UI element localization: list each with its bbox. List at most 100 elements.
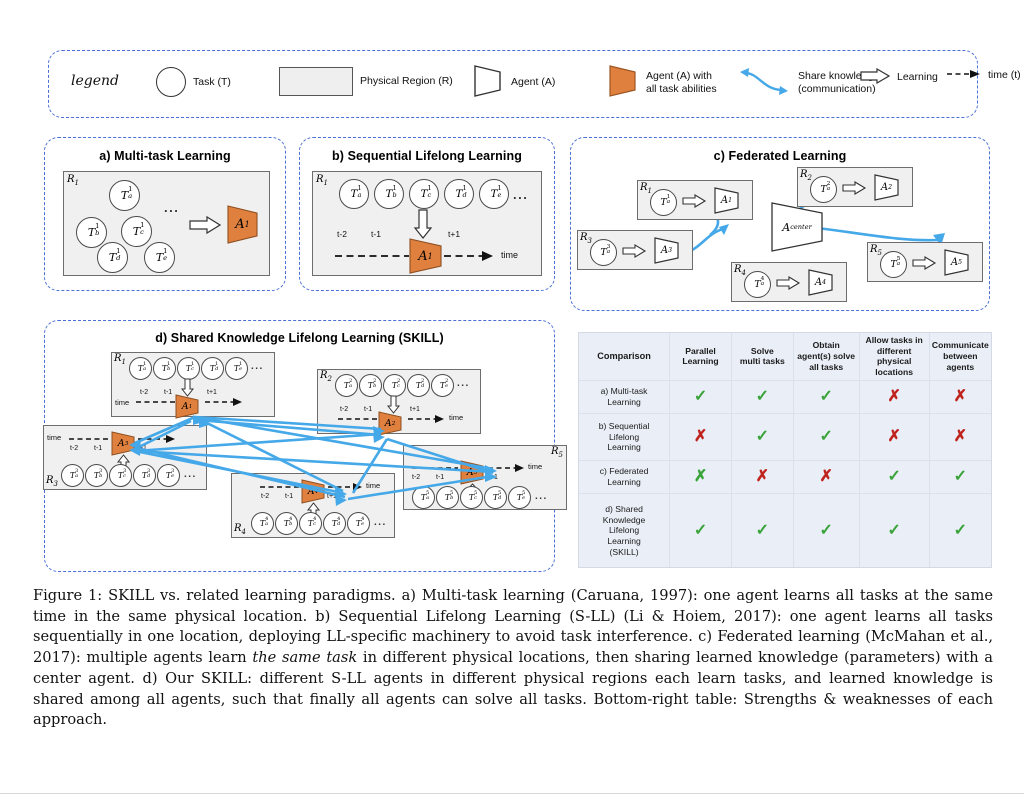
- col-header-obtain-agents-solve-all-tasks: Obtain agent(s) solve all tasks: [792, 333, 860, 381]
- time-tick-t+1-b: t+1: [448, 229, 461, 239]
- table-row: d) Shared Knowledge Lifelong Learning (S…: [579, 493, 991, 567]
- cell-b-locations: ✗: [858, 413, 930, 461]
- cell-d-multitasks: ✓: [730, 493, 794, 567]
- task-d: T1d: [444, 179, 474, 209]
- ellipsis-r3-d: ...: [184, 469, 197, 480]
- task-c: T5c: [460, 486, 483, 509]
- task-d: T4d: [323, 512, 346, 535]
- comparison-table: Comparison Parallel Learning Solve multi…: [578, 332, 992, 568]
- time-label-r4: time: [366, 481, 381, 490]
- table-row: a) Multi-task Learning ✓ ✓ ✓ ✗ ✗: [579, 379, 991, 414]
- time-label-b: time: [501, 250, 519, 260]
- legend-panel: legend Task (T) Physical Region (R) Agen…: [48, 50, 1021, 118]
- region-r1-d: R1 T1a T1b T1c T1d T1e ... t-2 t-1 t+1 t…: [111, 352, 275, 419]
- tick-t-2-r5: t-2: [412, 474, 421, 481]
- cell-c-alltasks: ✗: [792, 460, 860, 494]
- region-r1-b: R1 T1a T1b T1c T1d T1e ... t-2 t-1 t+1 t…: [312, 171, 542, 276]
- cell-c-locations: ✓: [858, 460, 930, 494]
- region-label-r2-d: R2: [320, 370, 332, 383]
- region-label-r1-b: R1: [316, 174, 328, 187]
- trapezoid-filled-icon: [609, 65, 639, 100]
- ellipsis-r4-d: ...: [374, 517, 387, 528]
- tick-t-2-r4: t-2: [261, 493, 270, 500]
- region-r3-d: R3 time t-2 t-1 t+1 A3 T3a T3b T3c T3d T…: [43, 425, 207, 490]
- tick-t1-r4: t+1: [327, 493, 337, 500]
- legend-item-agent: Agent (A): [474, 65, 555, 100]
- region-r2-c: R2 T2a A2: [797, 167, 913, 207]
- region-r1-c: R1 T1a A1: [637, 180, 753, 220]
- agent-a4-d: A4: [301, 479, 325, 504]
- legend-label-task: Task (T): [193, 75, 231, 88]
- task-a: T1a: [339, 179, 369, 209]
- cell-a-alltasks: ✓: [792, 379, 860, 414]
- region-r5-c: R5 T5a A5: [867, 242, 983, 282]
- task-d: T1d: [97, 242, 128, 273]
- region-label-r3-d: R3: [46, 475, 58, 488]
- tick-t-1-r3: t-1: [94, 445, 103, 452]
- task-c: T1c: [177, 357, 200, 380]
- time-label-r5: time: [528, 462, 543, 471]
- task-a1-c: T1a: [650, 189, 677, 216]
- region-r4-c: R4 T4a A4: [731, 262, 847, 302]
- legend-item-learning: Learning: [860, 67, 938, 87]
- tick-t-1-r1: t-1: [164, 389, 173, 396]
- region-label-r1-c: R1: [640, 182, 652, 195]
- agent-a1-b: A1: [409, 238, 442, 274]
- task-c: T1c: [409, 179, 439, 209]
- ellipsis-r1-d: ...: [251, 361, 264, 372]
- col-header-parallel-learning: Parallel Learning: [669, 333, 732, 381]
- panel-d-skill: d) Shared Knowledge Lifelong Learning (S…: [43, 320, 567, 572]
- hollow-arrow-icon-c1: [682, 194, 707, 208]
- col-header-communicate-between-agents: Communicate between agents: [928, 333, 991, 381]
- region-r4-d: R4 time t-2 t-1 t+1 A4 T4a T4b T4c T4d T…: [231, 473, 395, 538]
- task-a2-c: T2a: [810, 176, 837, 203]
- task-a: T4a: [251, 512, 274, 535]
- region-label-r3-c: R3: [580, 232, 592, 245]
- legend-title: legend: [71, 73, 119, 89]
- agent-a1-d: A1: [175, 394, 199, 419]
- tick-t1-r1: t+1: [207, 389, 217, 396]
- legend-label-agent-all-l2: all task abilities: [646, 82, 717, 95]
- cell-d-communicate: ✓: [928, 493, 991, 567]
- region-r3-c: R3 T3a A3: [577, 230, 693, 270]
- ellipsis-b: ...: [513, 187, 529, 202]
- panel-a-multi-task-learning: a) Multi-task Learning R1 T1a T1b T1c T1…: [44, 137, 286, 291]
- agent-a5-c: A5: [944, 249, 969, 276]
- cell-b-communicate: ✗: [928, 413, 991, 461]
- comparison-table-grid: Comparison Parallel Learning Solve multi…: [579, 333, 991, 567]
- tick-t1-r3: t+1: [137, 445, 147, 452]
- cell-a-parallel: ✓: [669, 379, 732, 414]
- tick-t1-r5: t+1: [488, 474, 498, 481]
- time-label-r3: time: [47, 433, 62, 442]
- cell-c-parallel: ✗: [669, 460, 732, 494]
- panel-c-title: c) Federated Learning: [713, 149, 847, 163]
- row-label-multi-task-learning: a) Multi-task Learning: [579, 379, 670, 414]
- circle-icon: [156, 67, 186, 97]
- task-e: T1e: [479, 179, 509, 209]
- task-b: T1b: [374, 179, 404, 209]
- task-e: T1e: [225, 357, 248, 380]
- task-d: T1d: [201, 357, 224, 380]
- panel-a-title: a) Multi-task Learning: [99, 149, 231, 163]
- legend-item-agent-all: Agent (A) with all task abilities: [609, 65, 717, 100]
- cell-d-alltasks: ✓: [792, 493, 860, 567]
- time-label-r2: time: [449, 413, 464, 422]
- task-b: T1b: [153, 357, 176, 380]
- task-b: T2b: [359, 374, 382, 397]
- region-label-r2-c: R2: [800, 169, 812, 182]
- tick-t-2-r1: t-2: [140, 389, 149, 396]
- hollow-arrow-icon-a: [189, 215, 222, 235]
- task-a3-c: T3a: [590, 239, 617, 266]
- hollow-arrow-icon-c2: [842, 181, 867, 195]
- task-a: T1a: [109, 180, 140, 211]
- agent-a2-d: A2: [378, 411, 402, 436]
- cell-d-locations: ✓: [858, 493, 930, 567]
- agent-a1-c: A1: [714, 187, 739, 214]
- task-b: T3b: [85, 464, 108, 487]
- task-e: T5e: [508, 486, 531, 509]
- col-header-comparison: Comparison: [597, 350, 651, 361]
- cell-d-parallel: ✓: [669, 493, 732, 567]
- task-b: T4b: [275, 512, 298, 535]
- tick-t-1-r4: t-1: [285, 493, 294, 500]
- task-d: T5d: [484, 486, 507, 509]
